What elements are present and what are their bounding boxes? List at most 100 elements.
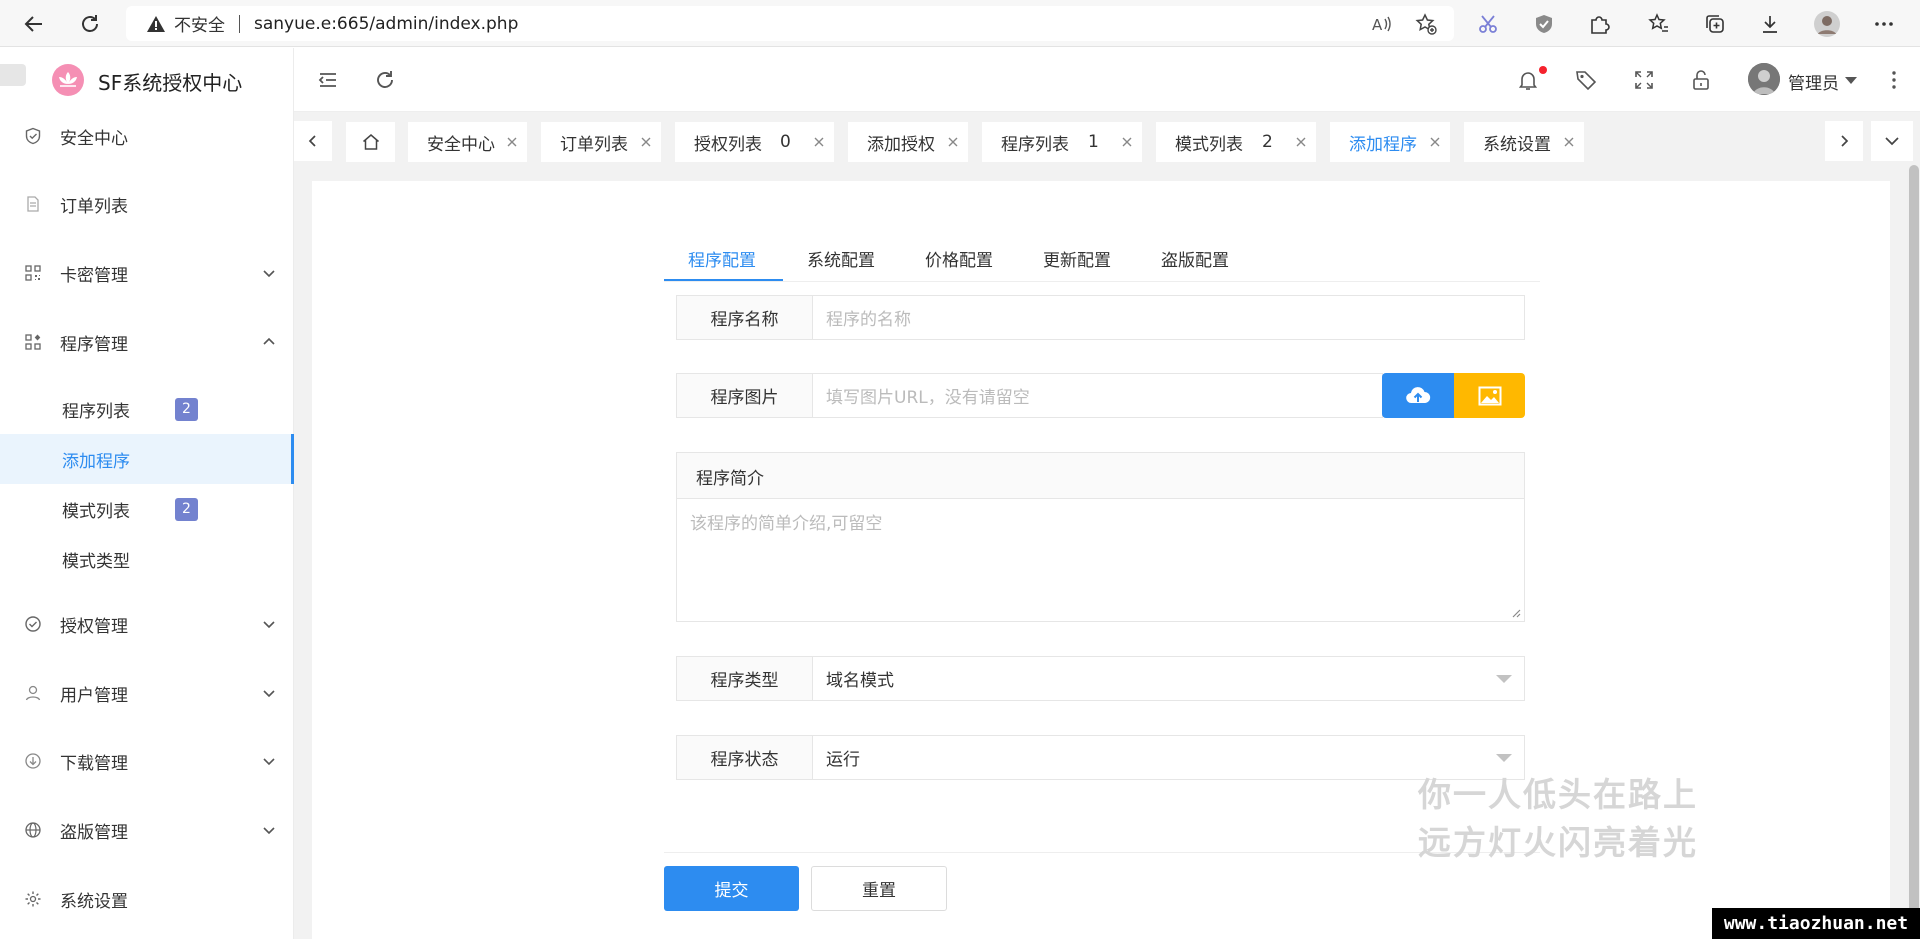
avatar[interactable] <box>1748 63 1780 95</box>
tab-security-center[interactable]: 安全中心 <box>408 122 527 162</box>
sidebar-item-piracy[interactable]: 盗版管理 <box>0 808 294 852</box>
form-tab-system-config[interactable]: 系统配置 <box>807 246 875 271</box>
profile-button[interactable] <box>1811 8 1843 40</box>
site-watermark: www.tiaozhuan.net <box>1712 908 1920 939</box>
tab-home[interactable] <box>346 122 395 162</box>
sidebar-item-programs[interactable]: 程序管理 <box>0 320 294 364</box>
tab-add-license[interactable]: 添加授权 <box>848 122 968 162</box>
sidebar-item-downloads[interactable]: 下载管理 <box>0 739 294 783</box>
tag-icon[interactable] <box>1574 68 1598 92</box>
active-tab-indicator <box>664 279 783 281</box>
sidebar-item-license[interactable]: 授权管理 <box>0 602 294 646</box>
caret-down-icon <box>1496 754 1512 762</box>
admin-username[interactable]: 管理员 <box>1788 69 1839 94</box>
back-button[interactable] <box>18 8 50 40</box>
image-icon <box>1478 386 1501 405</box>
sidebar-subitem-add-program[interactable]: 添加程序 <box>0 434 294 484</box>
tab-label: 订单列表 <box>560 134 628 155</box>
submit-button[interactable]: 提交 <box>664 866 799 911</box>
sidebar-item-settings[interactable]: 系统设置 <box>0 877 294 921</box>
reload-button[interactable] <box>74 8 106 40</box>
scrollbar-thumb[interactable] <box>1909 165 1919 939</box>
read-aloud-icon[interactable]: A <box>1370 13 1392 35</box>
bell-icon[interactable] <box>1516 68 1540 92</box>
tab-system-settings[interactable]: 系统设置 <box>1464 122 1584 162</box>
close-icon[interactable] <box>505 135 519 149</box>
downloads-button[interactable] <box>1754 8 1786 40</box>
menu-fold-icon[interactable] <box>316 68 340 92</box>
program-type-select[interactable]: 域名模式 <box>812 656 1525 701</box>
sidebar-item-label: 系统设置 <box>60 891 128 912</box>
program-intro-label: 程序简介 <box>676 452 1525 499</box>
sidebar-item-users[interactable]: 用户管理 <box>0 671 294 715</box>
form-tab-price-config[interactable]: 价格配置 <box>925 246 993 271</box>
close-icon[interactable] <box>1294 135 1308 149</box>
program-type-label: 程序类型 <box>676 656 813 701</box>
form-tab-piracy-config[interactable]: 盗版配置 <box>1161 246 1229 271</box>
chevron-down-icon <box>263 270 275 278</box>
tab-label: 安全中心 <box>427 134 495 155</box>
user-avatar-icon <box>1748 63 1780 95</box>
address-bar[interactable]: 不安全 sanyue.e:665/admin/index.php A <box>126 6 1454 41</box>
url-text[interactable]: sanyue.e:665/admin/index.php <box>254 14 518 34</box>
close-icon[interactable] <box>946 135 960 149</box>
sidebar: SF系统授权中心 安全中心 订单列表 卡密管理 程序管理 程序列表 2 添加程序… <box>0 48 294 939</box>
close-icon[interactable] <box>639 135 653 149</box>
tabs-menu-button[interactable] <box>1871 121 1913 161</box>
reset-button[interactable]: 重置 <box>811 866 947 911</box>
svg-text:A: A <box>1372 16 1383 34</box>
chevron-down-icon <box>263 690 275 698</box>
collections-button[interactable] <box>1699 8 1731 40</box>
sidebar-subitem-mode-types[interactable]: 模式类型 <box>0 534 294 584</box>
sidebar-item-card-keys[interactable]: 卡密管理 <box>0 251 294 295</box>
page-tabs: 安全中心 订单列表 授权列表 0 添加授权 程序列表 1 模式列表 2 添加程序… <box>294 112 1920 170</box>
sidebar-item-label: 程序管理 <box>60 334 128 355</box>
tab-program-list[interactable]: 程序列表 1 <box>982 122 1142 162</box>
extensions-button[interactable] <box>1583 8 1615 40</box>
upload-image-button[interactable] <box>1382 373 1454 418</box>
sidebar-subitem-program-list[interactable]: 程序列表 2 <box>0 384 294 434</box>
sidebar-item-orders[interactable]: 订单列表 <box>0 182 294 226</box>
close-icon[interactable] <box>812 135 826 149</box>
form-tab-update-config[interactable]: 更新配置 <box>1043 246 1111 271</box>
arrow-left-icon <box>24 16 42 32</box>
tab-label: 添加程序 <box>1349 134 1417 155</box>
more-vertical-icon[interactable] <box>1882 68 1906 92</box>
document-icon <box>27 196 39 212</box>
tab-add-program[interactable]: 添加程序 <box>1330 122 1450 162</box>
sidebar-subitem-mode-list[interactable]: 模式列表 2 <box>0 484 294 534</box>
warning-icon <box>147 15 165 32</box>
favorites-button[interactable] <box>1643 8 1675 40</box>
check-circle-icon <box>25 616 41 632</box>
fullscreen-icon[interactable] <box>1632 68 1656 92</box>
puzzle-icon <box>1591 16 1610 34</box>
extension-shield-button[interactable] <box>1528 8 1560 40</box>
program-image-label: 程序图片 <box>676 373 813 418</box>
close-icon[interactable] <box>1562 135 1576 149</box>
extension-scissors-button[interactable] <box>1472 8 1504 40</box>
tab-order-list[interactable]: 订单列表 <box>541 122 661 162</box>
tab-mode-list[interactable]: 模式列表 2 <box>1156 122 1316 162</box>
tabs-scroll-left-button[interactable] <box>294 121 332 161</box>
program-status-label: 程序状态 <box>676 735 813 780</box>
program-image-url-input[interactable]: 填写图片URL，没有请留空 <box>812 373 1383 418</box>
program-intro-textarea[interactable]: 该程序的简单介绍,可留空 <box>676 498 1525 622</box>
logo-text: SF系统授权中心 <box>98 71 243 95</box>
lock-icon[interactable] <box>1689 68 1713 92</box>
caret-down-icon[interactable] <box>1845 77 1857 84</box>
chevron-down-icon <box>263 827 275 835</box>
profile-avatar-icon <box>1814 11 1840 37</box>
sidebar-item-security[interactable]: 安全中心 <box>0 114 294 158</box>
browser-menu-button[interactable] <box>1868 8 1900 40</box>
tabs-scroll-right-button[interactable] <box>1825 121 1863 161</box>
refresh-icon[interactable] <box>373 68 397 92</box>
form-tab-program-config[interactable]: 程序配置 <box>688 246 756 271</box>
close-icon[interactable] <box>1428 135 1442 149</box>
favorite-add-icon[interactable] <box>1415 13 1437 35</box>
tab-label: 系统设置 <box>1483 134 1551 155</box>
program-name-input[interactable]: 程序的名称 <box>812 295 1525 340</box>
tab-license-list[interactable]: 授权列表 0 <box>675 122 834 162</box>
close-icon[interactable] <box>1120 135 1134 149</box>
resize-grip-icon[interactable] <box>1511 608 1521 618</box>
select-image-button[interactable] <box>1454 373 1525 418</box>
